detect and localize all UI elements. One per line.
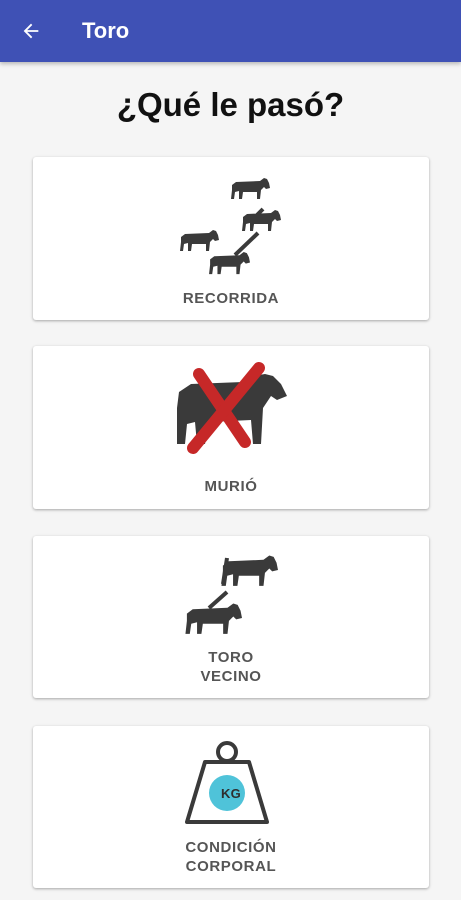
option-label-line1: TORO — [208, 649, 254, 666]
option-card-toro-vecino[interactable]: TORO VECINO — [33, 536, 429, 698]
option-card-condicion-corporal[interactable]: KG CONDICIÓN CORPORAL — [33, 726, 429, 888]
option-card-murio[interactable]: MURIÓ — [33, 346, 429, 509]
option-label-line1: CONDICIÓN — [185, 839, 277, 856]
kg-badge-text: KG — [220, 786, 242, 801]
arrow-left-icon — [23, 23, 39, 39]
option-card-recorrida[interactable]: RECORRIDA — [33, 157, 429, 320]
option-label: RECORRIDA — [182, 290, 280, 307]
app-title: Toro — [82, 18, 130, 43]
app-bar: Toro — [0, 0, 461, 62]
back-button[interactable] — [0, 0, 62, 62]
page-title: ¿Qué le pasó? — [116, 86, 345, 123]
option-label-line2: VECINO — [200, 668, 262, 685]
option-label: MURIÓ — [204, 478, 258, 495]
option-label-line2: CORPORAL — [185, 858, 277, 875]
